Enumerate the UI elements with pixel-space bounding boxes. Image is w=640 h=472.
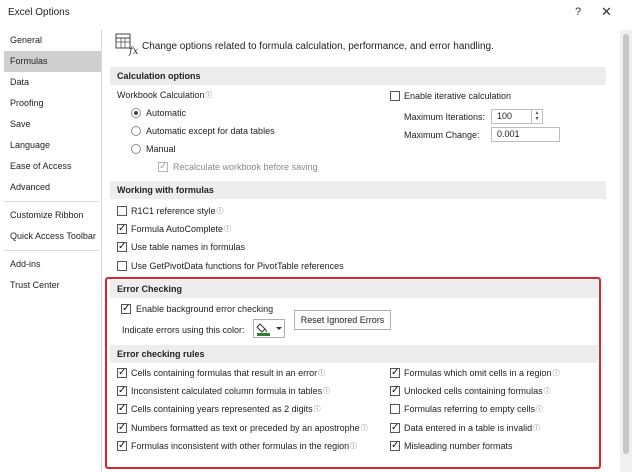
- rule-omit-cells-label: Formulas which omit cells in a regionⓘ: [404, 368, 560, 378]
- sidebar-item-ease-of-access[interactable]: Ease of Access: [4, 156, 101, 177]
- info-icon: ⓘ: [536, 406, 544, 413]
- sidebar-divider: [4, 201, 99, 202]
- rule-empty-cells-label: Formulas referring to empty cellsⓘ: [404, 404, 544, 414]
- recalculate-before-saving-checkbox[interactable]: [158, 160, 168, 174]
- getpivotdata-checkbox[interactable]: [117, 261, 127, 271]
- background-error-checking-checkbox[interactable]: [121, 302, 131, 316]
- formula-autocomplete-checkbox[interactable]: [117, 222, 127, 236]
- rule-unlocked-cells-label: Unlocked cells containing formulasⓘ: [404, 386, 551, 396]
- rule-inconsistent-column-formula-label: Inconsistent calculated column formula i…: [131, 386, 331, 396]
- maximum-iterations-input[interactable]: 100: [491, 109, 532, 124]
- info-icon: ⓘ: [224, 226, 232, 233]
- radio-manual[interactable]: [131, 144, 141, 154]
- rule-inconsistent-column-formula-checkbox[interactable]: [117, 384, 127, 398]
- iterative-calculation-label: Enable iterative calculation: [404, 91, 512, 101]
- rule-numbers-as-text-checkbox[interactable]: [117, 421, 127, 435]
- rule-two-digit-years-checkbox[interactable]: [117, 402, 127, 416]
- options-sidebar: General Formulas Data Proofing Save Lang…: [4, 30, 102, 472]
- radio-automatic-except-tables-label: Automatic except for data tables: [146, 126, 275, 136]
- sidebar-divider: [4, 250, 99, 251]
- info-icon: ⓘ: [323, 388, 331, 395]
- sidebar-item-save[interactable]: Save: [4, 114, 101, 135]
- radio-automatic[interactable]: [131, 108, 141, 118]
- close-button[interactable]: ✕: [601, 4, 612, 20]
- formula-calculator-icon: fx: [115, 33, 139, 56]
- rule-omit-cells-checkbox[interactable]: [390, 366, 400, 380]
- rule-two-digit-years-label: Cells containing years represented as 2 …: [131, 404, 321, 414]
- formula-autocomplete-label: Formula AutoCompleteⓘ: [131, 224, 232, 234]
- radio-manual-label: Manual: [146, 144, 176, 154]
- r1c1-reference-style-label: R1C1 reference styleⓘ: [131, 206, 224, 216]
- page-description: Change options related to formula calcul…: [142, 41, 494, 52]
- section-working-with-formulas: Working with formulas: [110, 181, 606, 199]
- sidebar-item-data[interactable]: Data: [4, 72, 101, 93]
- maximum-iterations-spinner[interactable]: ▲ ▼: [532, 109, 543, 124]
- info-icon: ⓘ: [313, 406, 321, 413]
- info-icon: ⓘ: [350, 443, 358, 450]
- sidebar-item-customize-ribbon[interactable]: Customize Ribbon: [4, 205, 101, 226]
- iterative-calculation-checkbox[interactable]: [390, 91, 400, 101]
- rule-empty-cells-checkbox[interactable]: [390, 404, 400, 414]
- table-names-label: Use table names in formulas: [131, 242, 246, 252]
- svg-text:fx: fx: [128, 46, 139, 56]
- rule-invalid-table-data-checkbox[interactable]: [390, 421, 400, 435]
- help-button[interactable]: ?: [575, 6, 581, 18]
- r1c1-reference-style-checkbox[interactable]: [117, 206, 127, 216]
- table-names-checkbox[interactable]: [117, 240, 127, 254]
- section-error-checking: Error Checking: [110, 280, 598, 298]
- rule-misleading-number-formats-checkbox[interactable]: [390, 439, 400, 453]
- info-icon: ⓘ: [318, 370, 326, 377]
- formulas-panel: fx Change options related to formula cal…: [106, 26, 612, 472]
- info-icon: ⓘ: [216, 208, 224, 215]
- workbook-calculation-label: Workbook Calculationⓘ: [117, 90, 213, 100]
- rule-misleading-number-formats-label: Misleading number formats: [404, 441, 513, 451]
- sidebar-item-add-ins[interactable]: Add-ins: [4, 254, 101, 275]
- indicate-errors-label: Indicate errors using this color:: [122, 325, 245, 335]
- background-error-checking-label: Enable background error checking: [136, 304, 274, 314]
- recalculate-before-saving-label: Recalculate workbook before saving: [173, 162, 318, 172]
- sidebar-item-quick-access-toolbar[interactable]: Quick Access Toolbar: [4, 226, 101, 247]
- radio-automatic-label: Automatic: [146, 108, 187, 118]
- sidebar-item-trust-center[interactable]: Trust Center: [4, 275, 101, 296]
- window-title: Excel Options: [8, 7, 70, 18]
- info-icon: ⓘ: [360, 425, 368, 432]
- maximum-change-label: Maximum Change:: [404, 130, 480, 140]
- rule-inconsistent-region-formulas-label: Formulas inconsistent with other formula…: [131, 441, 358, 451]
- info-icon: ⓘ: [543, 388, 551, 395]
- sidebar-item-formulas[interactable]: Formulas: [4, 51, 101, 72]
- rule-formulas-result-error-checkbox[interactable]: [117, 366, 127, 380]
- sidebar-item-advanced[interactable]: Advanced: [4, 177, 101, 198]
- section-calculation-options: Calculation options: [110, 67, 606, 85]
- reset-ignored-errors-button[interactable]: Reset Ignored Errors: [294, 310, 391, 330]
- rule-unlocked-cells-checkbox[interactable]: [390, 384, 400, 398]
- sidebar-item-general[interactable]: General: [4, 30, 101, 51]
- rule-inconsistent-region-formulas-checkbox[interactable]: [117, 439, 127, 453]
- rule-numbers-as-text-label: Numbers formatted as text or preceded by…: [131, 423, 368, 433]
- getpivotdata-label: Use GetPivotData functions for PivotTabl…: [131, 261, 344, 271]
- radio-automatic-except-tables[interactable]: [131, 126, 141, 136]
- info-icon: ⓘ: [205, 92, 213, 99]
- rule-invalid-table-data-label: Data entered in a table is invalidⓘ: [404, 423, 541, 433]
- vertical-scrollbar[interactable]: [620, 30, 632, 472]
- info-icon: ⓘ: [533, 425, 541, 432]
- maximum-change-input[interactable]: 0.001: [491, 127, 560, 142]
- rule-formulas-result-error-label: Cells containing formulas that result in…: [131, 368, 326, 378]
- info-icon: ⓘ: [552, 370, 560, 377]
- section-error-checking-rules: Error checking rules: [110, 345, 598, 363]
- sidebar-item-proofing[interactable]: Proofing: [4, 93, 101, 114]
- error-color-picker[interactable]: [253, 319, 285, 338]
- maximum-iterations-label: Maximum Iterations:: [404, 112, 486, 122]
- paint-bucket-icon: [256, 323, 282, 336]
- title-bar: Excel Options ? ✕: [0, 0, 640, 26]
- sidebar-item-language[interactable]: Language: [4, 135, 101, 156]
- scrollbar-thumb[interactable]: [623, 34, 629, 454]
